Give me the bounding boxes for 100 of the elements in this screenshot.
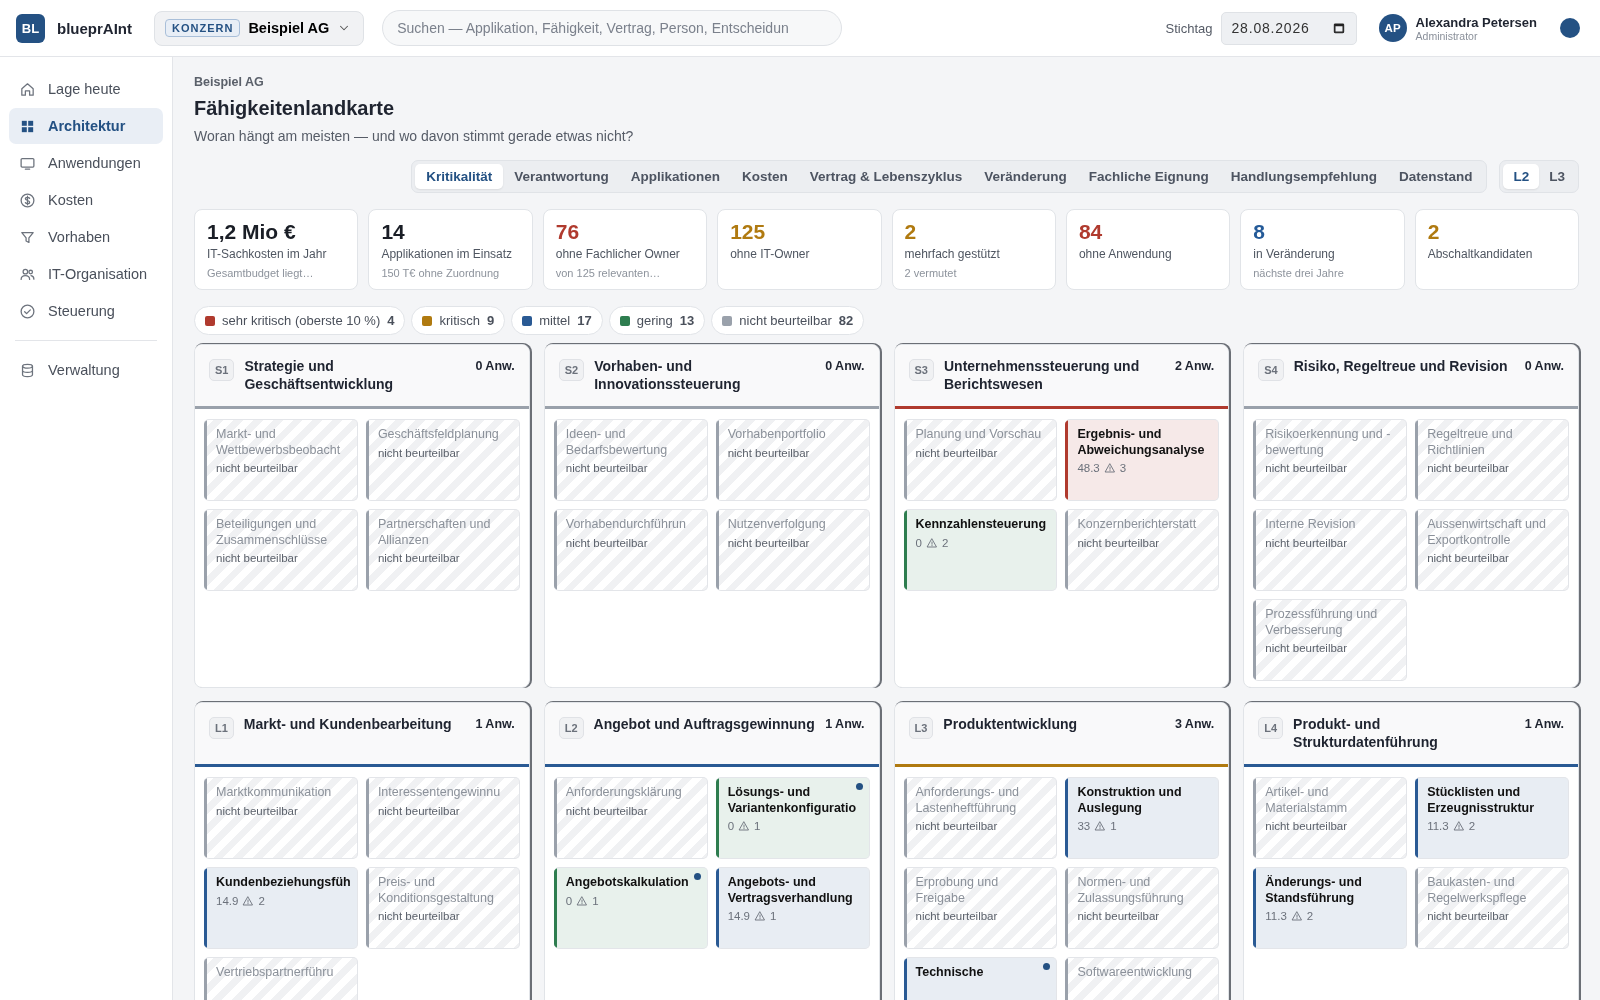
capability-status: nicht beurteilbar — [727, 446, 811, 459]
capability-tile[interactable]: Interne Revision nicht beurteilbar — [1253, 509, 1408, 591]
legend-chip[interactable]: nicht beurteilbar 82 — [711, 306, 865, 335]
kpi-value: 84 — [1078, 220, 1104, 244]
kpi-value: 14 — [381, 220, 406, 244]
capability-tile[interactable]: Artikel- und Materialstamm nicht beurteilbar — [1253, 777, 1408, 859]
domain-header[interactable]: S3 Unternehmenssteuerung und Berichtswesen 2 Anw. — [894, 345, 1229, 409]
capability-tile[interactable]: Geschäftsfeldplanung nicht beurteilbar — [365, 419, 520, 501]
warning-icon — [925, 536, 938, 549]
capability-name: Markt- und Wettbewerbsbeobacht — [216, 427, 342, 458]
tab[interactable]: Fachliche Eignung — [1077, 164, 1220, 189]
kpi-card[interactable]: 1,2 Mio € IT-Sachkosten im Jahr Gesamtbudget liegt… — [194, 209, 359, 290]
capability-tile[interactable]: Aussenwirtschaft und Exportkontrolle nicht beurteilbar — [1415, 509, 1569, 591]
capability-tile[interactable]: Interessentengewinnu nicht beurteilbar — [365, 777, 520, 859]
capability-tile[interactable]: Kundenbeziehungsfüh 14.9 2 — [204, 867, 358, 949]
tab[interactable]: Kritikalität — [415, 164, 504, 189]
capability-tile[interactable]: Anforderungsklärung nicht beurteilbar — [553, 777, 708, 859]
capability-status: nicht beurteilbar — [377, 552, 461, 564]
capability-tile[interactable]: Stücklisten und Erzeugnisstruktur 11.3 2 — [1415, 777, 1569, 859]
capability-tile[interactable]: Beteiligungen und Zusammenschlüsse nicht beurteilbar — [204, 509, 358, 591]
domain-header[interactable]: L2 Angebot und Auftragsgewinnung 1 Anw. — [544, 703, 879, 767]
domain-header[interactable]: S2 Vorhaben- und Innovationssteuerung 0 Anw. — [544, 345, 879, 409]
sidebar-item[interactable]: Lage heute — [9, 71, 163, 107]
user-avatar[interactable]: AP — [1378, 14, 1407, 42]
capability-tile[interactable]: Markt- und Wettbewerbsbeobacht nicht beurteilbar — [204, 419, 358, 501]
capability-status: nicht beurteilbar — [915, 910, 999, 922]
capability-tile[interactable]: Preis- und Konditionsgestaltung nicht beurteilbar — [365, 867, 520, 949]
capability-tile[interactable]: Angebots- und Vertragsverhandlung 14.9 1 — [715, 867, 870, 949]
kpi-card[interactable]: 8 in Veränderung nächste drei Jahre — [1240, 209, 1405, 290]
capability-tile[interactable]: Marktkommunikation nicht beurteilbar — [204, 777, 358, 859]
kpi-card[interactable]: 2 mehrfach gestützt 2 vermutet — [891, 209, 1056, 290]
capability-tile[interactable]: Vorhabenportfolio nicht beurteilbar — [715, 419, 870, 501]
capability-tile[interactable]: Lösungs- und Variantenkonfiguratio 0 1 — [715, 777, 870, 859]
capability-name: Regeltreue und Richtlinien — [1427, 427, 1514, 458]
capability-tile[interactable]: Planung und Vorschau nicht beurteilbar — [903, 419, 1058, 501]
legend-count: 13 — [679, 313, 695, 328]
domain-header[interactable]: L4 Produkt- und Strukturdatenführung 1 Anw. — [1244, 703, 1578, 767]
capability-tile[interactable]: Regeltreue und Richtlinien nicht beurteilbar — [1415, 419, 1569, 501]
tab[interactable]: Verantwortung — [503, 164, 620, 189]
date-field[interactable]: 28.08.2026 — [1220, 11, 1357, 45]
capability-tile[interactable]: Nutzenverfolgung nicht beurteilbar — [715, 509, 870, 591]
capability-tile[interactable]: Ergebnis- und Abweichungsanalyse 48.3 3 — [1065, 419, 1220, 501]
kpi-card[interactable]: 76 ohne Fachlicher Owner von 125 relevanten… — [542, 209, 708, 290]
sidebar-item[interactable]: Vorhaben — [9, 219, 163, 255]
tab[interactable]: Datenstand — [1387, 164, 1484, 189]
tab[interactable]: Kosten — [731, 164, 799, 189]
kpi-card[interactable]: 125 ohne IT-Owner — [717, 209, 882, 290]
sidebar-item[interactable]: Kosten — [9, 182, 163, 218]
domain-header[interactable]: L3 Produktentwicklung 3 Anw. — [894, 703, 1229, 767]
capability-score: 48.3 — [1077, 462, 1100, 474]
legend-chip[interactable]: mittel 17 — [511, 306, 603, 335]
domain-title: Produktentwicklung — [943, 715, 1079, 733]
capability-tile[interactable]: Anforderungs- und Lastenheftführung nicht beurteilbar — [903, 777, 1058, 859]
sidebar-item[interactable]: Architektur — [9, 108, 163, 144]
capability-name: Geschäftsfeldplanung — [377, 427, 499, 443]
app-count: 0 Anw. — [475, 359, 515, 373]
sidebar-item[interactable]: IT-Organisation — [9, 256, 163, 292]
level-tab[interactable]: L3 — [1539, 164, 1575, 189]
kpi-card[interactable]: 14 Applikationen im Einsatz 150 T€ ohne Zuordnung — [368, 209, 533, 290]
capability-tile[interactable]: Prozessführung und Verbesserung nicht beurteilbar — [1253, 599, 1408, 681]
legend-chip[interactable]: gering 13 — [608, 306, 706, 335]
capability-tile[interactable]: Änderungs- und Standsführung 11.3 2 — [1253, 867, 1408, 949]
capability-tile[interactable]: Technische — [903, 957, 1058, 1000]
legend-chip[interactable]: sehr kritisch (oberste 10 %) 4 — [194, 306, 406, 335]
tab[interactable]: Applikationen — [619, 164, 732, 189]
capability-tile[interactable]: Kennzahlensteuerung 0 2 — [903, 509, 1058, 591]
tab[interactable]: Vertrag & Lebenszyklus — [798, 164, 974, 189]
capability-tile[interactable]: Vorhabendurchführun nicht beurteilbar — [553, 509, 708, 591]
sidebar-item[interactable]: Verwaltung — [9, 352, 163, 388]
tab[interactable]: Handlungsempfehlung — [1219, 164, 1388, 189]
tab[interactable]: Veränderung — [973, 164, 1078, 189]
capability-tile[interactable]: Erprobung und Freigabe nicht beurteilbar — [903, 867, 1058, 949]
warning-icon — [1452, 820, 1465, 832]
capability-status: nicht beurteilbar — [727, 536, 811, 549]
search-field[interactable]: Suchen — Applikation, Fähigkeit, Vertrag, Person, Entscheidun — [382, 10, 843, 46]
capability-tile[interactable]: Konstruktion und Auslegung 33 1 — [1065, 777, 1220, 859]
domain-code: L4 — [1258, 717, 1284, 739]
domain-header[interactable]: L1 Markt- und Kundenbearbeitung 1 Anw. — [195, 703, 529, 767]
warning-icon — [242, 894, 255, 907]
capability-name: Artikel- und Materialstamm — [1265, 785, 1349, 816]
level-tab[interactable]: L2 — [1503, 164, 1540, 189]
capability-tile[interactable]: Risikoerkennung und -bewertung nicht beurteilbar — [1253, 419, 1408, 501]
legend-label: nicht beurteilbar — [739, 313, 832, 328]
capability-tile[interactable]: Normen- und Zulassungsführung nicht beurteilbar — [1065, 867, 1220, 949]
user-name: Alexandra Petersen — [1415, 14, 1537, 30]
capability-tile[interactable]: Konzernberichterstatt nicht beurteilbar — [1065, 509, 1220, 591]
capability-tile[interactable]: Angebotskalkulation 0 1 — [553, 867, 708, 949]
legend-chip[interactable]: kritisch 9 — [411, 306, 506, 335]
capability-tile[interactable]: Baukasten- und Regelwerkspflege nicht beurteilbar — [1415, 867, 1569, 949]
domain-title: Produkt- und Strukturdatenführung — [1293, 715, 1439, 751]
domain-header[interactable]: S1 Strategie und Geschäftsentwicklung 0 Anw. — [195, 345, 529, 409]
capability-tile[interactable]: Ideen- und Bedarfsbewertung nicht beurteilbar — [553, 419, 708, 501]
kpi-card[interactable]: 2 Abschaltkandidaten — [1414, 209, 1579, 290]
scope-selector[interactable]: KONZERN Beispiel AG — [154, 10, 365, 46]
sidebar-item[interactable]: Anwendungen — [9, 145, 163, 181]
app-count: 0 Anw. — [1524, 359, 1564, 373]
sidebar-item[interactable]: Steuerung — [9, 293, 163, 329]
domain-header[interactable]: S4 Risiko, Regeltreue und Revision 0 Anw. — [1244, 345, 1578, 409]
kpi-card[interactable]: 84 ohne Anwendung — [1065, 209, 1231, 290]
capability-tile[interactable]: Partnerschaften und Allianzen nicht beurteilbar — [365, 509, 520, 591]
